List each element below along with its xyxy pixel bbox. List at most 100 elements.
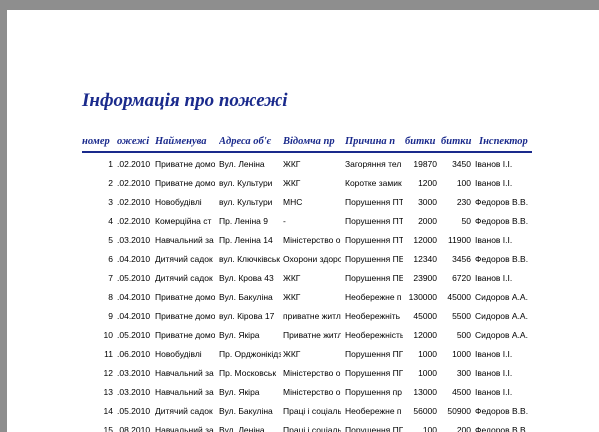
- table-cell: 3000: [418, 197, 437, 207]
- table-cell: Іванов І.І.: [475, 368, 513, 378]
- table-cell: Навчальний за: [155, 235, 214, 245]
- table-cell: 11900: [447, 235, 471, 245]
- table-cell: 4500: [452, 387, 471, 397]
- table-cell: Порушення ПП: [345, 368, 403, 378]
- table-cell: 14: [103, 406, 113, 416]
- table-cell: 56000: [413, 406, 437, 416]
- table-cell: Федоров В.В.: [475, 254, 529, 264]
- table-cell: Дитячий садок: [155, 254, 213, 264]
- table-row: 4 .02.2010 Комерційна ст Пр. Леніна 9 - Поруш…: [7, 215, 599, 227]
- table-cell: Іванов І.І.: [475, 387, 513, 397]
- table-cell: Пр. Леніна 9: [219, 216, 268, 226]
- column-header: Причина п: [345, 136, 396, 147]
- table-cell: 9: [108, 311, 113, 321]
- table-cell: Охорони здоро: [283, 254, 341, 264]
- table-cell: Приватне домо: [155, 330, 215, 340]
- table-cell: Приватне домо: [155, 159, 215, 169]
- table-cell: 1000: [452, 349, 471, 359]
- table-cell: 13000: [413, 387, 437, 397]
- table-cell: вул. Кірова 17: [219, 311, 275, 321]
- table-cell: 300: [456, 368, 471, 378]
- table-cell: 5: [108, 235, 113, 245]
- table-cell: 4: [108, 216, 113, 226]
- table-cell: 130000: [408, 292, 437, 302]
- table-cell: 1000: [418, 368, 437, 378]
- table-cell: 3450: [452, 159, 471, 169]
- table-cell: вул. Культури: [219, 197, 273, 207]
- column-header: Інспектор: [479, 136, 528, 147]
- table-cell: Іванов І.І.: [475, 159, 513, 169]
- table-cell: 1: [108, 159, 113, 169]
- table-cell: Іванов І.І.: [475, 178, 513, 188]
- table-cell: Федоров В.В.: [475, 216, 529, 226]
- table-row: 5 .03.2010 Навчальний за Пр. Леніна 14 Мініс…: [7, 234, 599, 246]
- table-cell: Новобудівлі: [155, 197, 202, 207]
- table-cell: 50900: [447, 406, 471, 416]
- table-cell: 11: [104, 349, 113, 359]
- table-cell: 100: [422, 425, 437, 432]
- table-cell: Вул. Леніна: [219, 425, 265, 432]
- table-cell: .04.2010: [117, 254, 151, 264]
- table-cell: 230: [456, 197, 471, 207]
- table-cell: .04.2010: [117, 311, 151, 321]
- table-cell: Вул. Крова 43: [219, 273, 274, 283]
- table-cell: Порушення ПТ: [345, 197, 403, 207]
- table-cell: Необережність: [345, 330, 403, 340]
- table-cell: 45000: [447, 292, 471, 302]
- table-cell: Порушення ПЕ: [345, 273, 403, 283]
- table-cell: .08.2010: [117, 425, 151, 432]
- table-row: 10 .05.2010 Приватне домо Вул. Якіра Приватн…: [7, 329, 599, 341]
- table-cell: ЖКГ: [283, 349, 301, 359]
- table-row: 1 .02.2010 Приватне домо Вул. Леніна ЖКГ Заго…: [7, 158, 599, 170]
- table-cell: .03.2010: [117, 235, 151, 245]
- column-header: ожежі: [117, 136, 150, 147]
- table-cell: 12000: [413, 235, 437, 245]
- table-cell: .02.2010: [117, 178, 151, 188]
- table-cell: Федоров В.В.: [475, 425, 529, 432]
- table-cell: .06.2010: [117, 349, 151, 359]
- column-header: Адреса об'є: [219, 136, 272, 147]
- column-header: Найменува: [155, 136, 207, 147]
- table-cell: Міністерство о: [283, 387, 341, 397]
- table-cell: вул. Ключківськ: [219, 254, 281, 264]
- table-row: 6 .04.2010 Дитячий садок вул. Ключківськ Охо…: [7, 253, 599, 265]
- table-cell: Дитячий садок: [155, 273, 213, 283]
- table-cell: 100: [456, 178, 471, 188]
- table-cell: Коротке замик: [345, 178, 402, 188]
- table-cell: Вул. Якіра: [219, 330, 260, 340]
- table-cell: Міністерство о: [283, 368, 341, 378]
- table-cell: Пр. Московськ: [219, 368, 277, 378]
- table-cell: Іванов І.І.: [475, 273, 513, 283]
- table-cell: Навчальний за: [155, 387, 214, 397]
- header-divider: [82, 151, 532, 153]
- table-cell: 1200: [418, 178, 437, 188]
- table-cell: 13: [103, 387, 113, 397]
- column-header: битки: [405, 136, 436, 147]
- table-cell: Праці і соціаль: [283, 425, 341, 432]
- table-cell: 2000: [418, 216, 437, 226]
- table-cell: Іванов І.І.: [475, 349, 513, 359]
- column-header: битки: [441, 136, 472, 147]
- table-cell: -: [283, 216, 286, 226]
- table-cell: Необережніть: [345, 311, 401, 321]
- table-cell: 2: [108, 178, 113, 188]
- table-cell: 23900: [413, 273, 437, 283]
- table-cell: Іванов І.І.: [475, 235, 513, 245]
- table-cell: 3: [108, 197, 113, 207]
- table-row: 9 .04.2010 Приватне домо вул. Кірова 17 прив…: [7, 310, 599, 322]
- table-cell: Сидоров А.А.: [475, 330, 528, 340]
- table-cell: .05.2010: [117, 330, 151, 340]
- table-cell: Порушення пр: [345, 387, 402, 397]
- table-cell: Порушення ПП: [345, 425, 403, 432]
- table-cell: Навчальний за: [155, 368, 214, 378]
- table-cell: .05.2010: [117, 273, 151, 283]
- table-cell: ЖКГ: [283, 273, 301, 283]
- table-cell: вул. Культури: [219, 178, 273, 188]
- report-page: Інформація про пожежі номер ожежі Найменув…: [7, 10, 599, 432]
- table-cell: 12: [103, 368, 113, 378]
- table-cell: 12000: [413, 330, 437, 340]
- table-cell: 3456: [452, 254, 471, 264]
- table-cell: 6720: [452, 273, 471, 283]
- table-row: 3 .02.2010 Новобудівлі вул. Культури МНС Пору…: [7, 196, 599, 208]
- table-cell: 1000: [418, 349, 437, 359]
